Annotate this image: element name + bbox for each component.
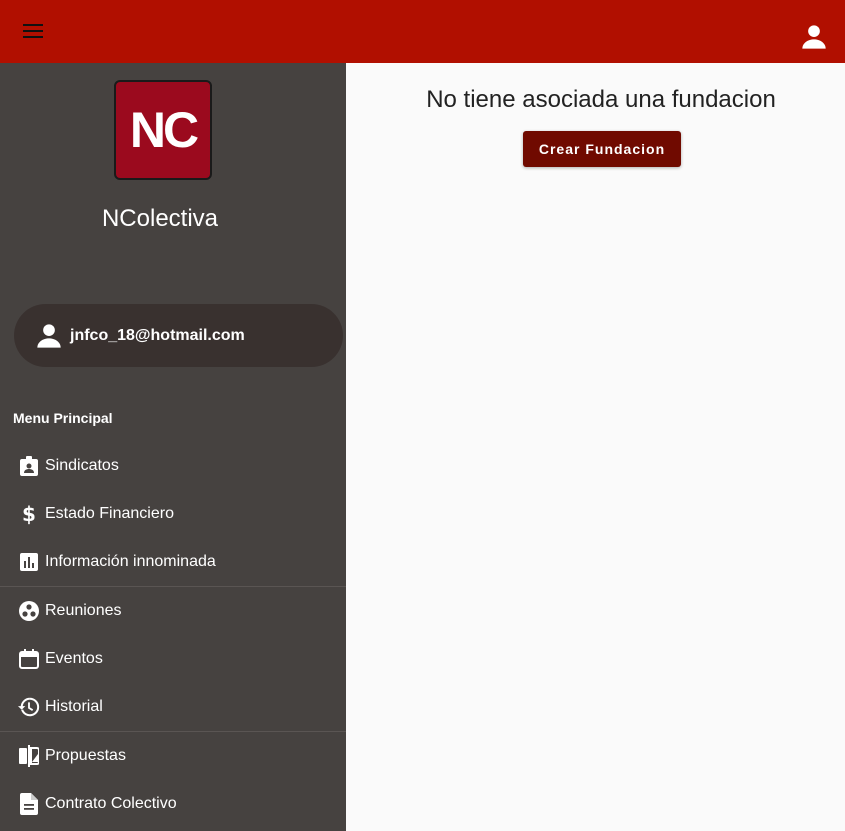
- menu-icon[interactable]: [18, 16, 48, 46]
- create-foundation-button[interactable]: Crear Fundacion: [523, 131, 681, 167]
- account-icon[interactable]: [797, 20, 831, 54]
- compare-icon: [17, 744, 41, 768]
- app-logo: NC: [114, 80, 212, 180]
- nav-item-historial[interactable]: Historial: [0, 683, 346, 731]
- nav-item-sindicatos[interactable]: Sindicatos: [0, 442, 346, 490]
- calendar-icon: [17, 647, 41, 671]
- nav-item-contrato-colectivo[interactable]: Contrato Colectivo: [0, 780, 346, 828]
- workspaces-icon: [17, 599, 41, 623]
- nav-list: Sindicatos $ Estado Financiero Informaci…: [0, 442, 346, 828]
- bar-chart-icon: [17, 550, 41, 574]
- nav-item-reuniones[interactable]: Reuniones: [0, 587, 346, 635]
- nav-item-propuestas[interactable]: Propuestas: [0, 732, 346, 780]
- user-email: jnfco_18@hotmail.com: [70, 326, 245, 344]
- menu-section-title: Menu Principal: [13, 410, 113, 426]
- document-icon: [17, 792, 41, 816]
- history-icon: [17, 695, 41, 719]
- app-name: NColectiva: [101, 205, 219, 232]
- sidebar: NC NColectiva jnfco_18@hotmail.com Menu …: [0, 63, 346, 831]
- empty-state-message: No tiene asociada una fundacion: [426, 86, 776, 113]
- main-content: No tiene asociada una fundacion Crear Fu…: [346, 63, 845, 831]
- dollar-icon: $: [22, 502, 36, 526]
- user-icon: [34, 321, 64, 351]
- nav-item-eventos[interactable]: Eventos: [0, 635, 346, 683]
- nav-item-estado-financiero[interactable]: $ Estado Financiero: [0, 490, 346, 538]
- nav-item-informacion-innominada[interactable]: Información innominada: [0, 538, 346, 586]
- top-app-bar: [0, 0, 845, 63]
- user-chip[interactable]: jnfco_18@hotmail.com: [14, 304, 343, 367]
- badge-icon: [17, 454, 41, 478]
